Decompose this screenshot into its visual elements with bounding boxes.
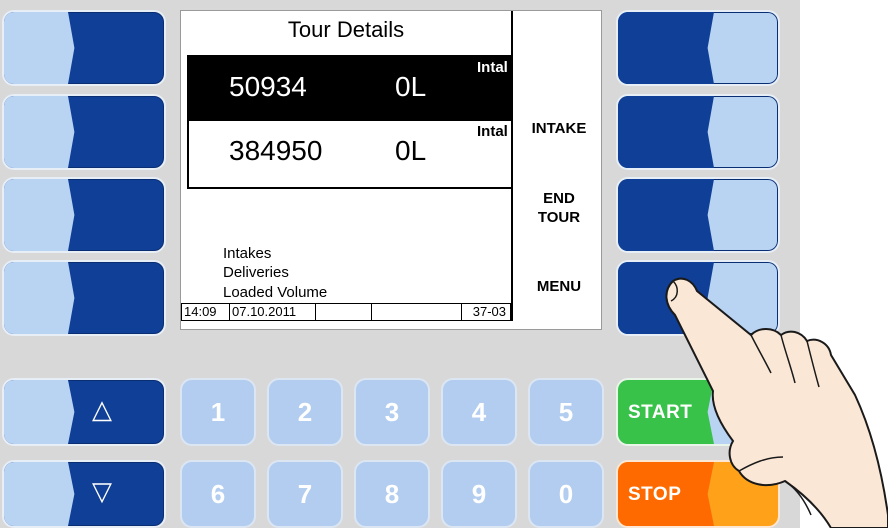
tour-id: 384950 xyxy=(229,135,323,166)
tour-id: 50934 xyxy=(229,71,307,102)
digit-label: 7 xyxy=(297,478,313,509)
softkey-label-end-tour-2: TOUR xyxy=(537,209,581,226)
softkey-label-end-tour-1: END xyxy=(543,190,575,207)
digit-label: 9 xyxy=(471,478,487,509)
info-intakes: Intakes xyxy=(223,245,272,262)
digit-label: 8 xyxy=(384,478,400,509)
status-bar: 14:09 07.10.2011 37-03 xyxy=(181,303,511,321)
digit-label: 0 xyxy=(558,478,574,509)
terminal-panel: Tour Details 50934 0L Intal 384950 0L In… xyxy=(0,0,888,528)
left-softkey-2[interactable] xyxy=(2,94,166,170)
digit-key-1[interactable]: 1 xyxy=(180,378,256,446)
digit-key-3[interactable]: 3 xyxy=(354,378,430,446)
digit-key-0[interactable]: 0 xyxy=(528,460,604,528)
tour-volume: 0L xyxy=(395,135,427,166)
key-highlight xyxy=(4,12,75,84)
digit-key-7[interactable]: 7 xyxy=(267,460,343,528)
key-shade xyxy=(618,179,714,251)
status-code: 37-03 xyxy=(472,304,506,319)
right-softkey-2[interactable] xyxy=(616,94,780,170)
key-highlight xyxy=(4,462,75,526)
info-loaded-volume: Loaded Volume xyxy=(223,284,328,301)
right-softkey-1[interactable] xyxy=(616,10,780,86)
screen-title: Tour Details xyxy=(287,17,405,42)
softkey-label-intake: INTAKE xyxy=(531,120,587,137)
tour-row[interactable]: 384950 0L Intal xyxy=(189,121,511,185)
tour-list: 50934 0L Intal 384950 0L Intal xyxy=(187,55,511,189)
status-field-4 xyxy=(372,304,462,320)
display-screen: Tour Details 50934 0L Intal 384950 0L In… xyxy=(180,10,602,330)
left-softkey-4[interactable] xyxy=(2,260,166,336)
softkey-label-menu: MENU xyxy=(536,278,582,295)
tour-type: Intal xyxy=(477,59,508,76)
display-divider xyxy=(511,11,513,321)
tour-type: Intal xyxy=(477,123,508,140)
status-date: 07.10.2011 xyxy=(230,304,316,320)
info-deliveries: Deliveries xyxy=(223,264,289,281)
tour-volume: 0L xyxy=(395,71,427,102)
right-softkey-3[interactable] xyxy=(616,177,780,253)
digit-label: 1 xyxy=(210,396,226,427)
status-field-3 xyxy=(316,304,372,320)
key-shade xyxy=(618,96,714,168)
key-highlight xyxy=(4,179,75,251)
key-shade xyxy=(618,12,714,84)
digit-key-5[interactable]: 5 xyxy=(528,378,604,446)
tour-row-selected[interactable]: 50934 0L Intal xyxy=(189,57,511,121)
pointing-hand-icon xyxy=(665,277,888,528)
key-highlight xyxy=(4,96,75,168)
digit-label: 2 xyxy=(297,396,313,427)
key-highlight xyxy=(4,380,75,444)
key-highlight xyxy=(4,262,75,334)
digit-key-8[interactable]: 8 xyxy=(354,460,430,528)
down-arrow-icon: ▽ xyxy=(92,476,112,506)
digit-key-4[interactable]: 4 xyxy=(441,378,517,446)
status-time: 14:09 xyxy=(182,304,230,320)
left-softkey-1[interactable] xyxy=(2,10,166,86)
digit-key-6[interactable]: 6 xyxy=(180,460,256,528)
digit-key-2[interactable]: 2 xyxy=(267,378,343,446)
digit-label: 6 xyxy=(210,478,226,509)
left-softkey-3[interactable] xyxy=(2,177,166,253)
scroll-down-button[interactable]: ▽ xyxy=(2,460,166,528)
scroll-up-button[interactable]: △ xyxy=(2,378,166,446)
digit-key-9[interactable]: 9 xyxy=(441,460,517,528)
digit-label: 4 xyxy=(471,396,487,427)
digit-label: 3 xyxy=(384,396,400,427)
digit-label: 5 xyxy=(558,396,574,427)
up-arrow-icon: △ xyxy=(92,394,112,424)
